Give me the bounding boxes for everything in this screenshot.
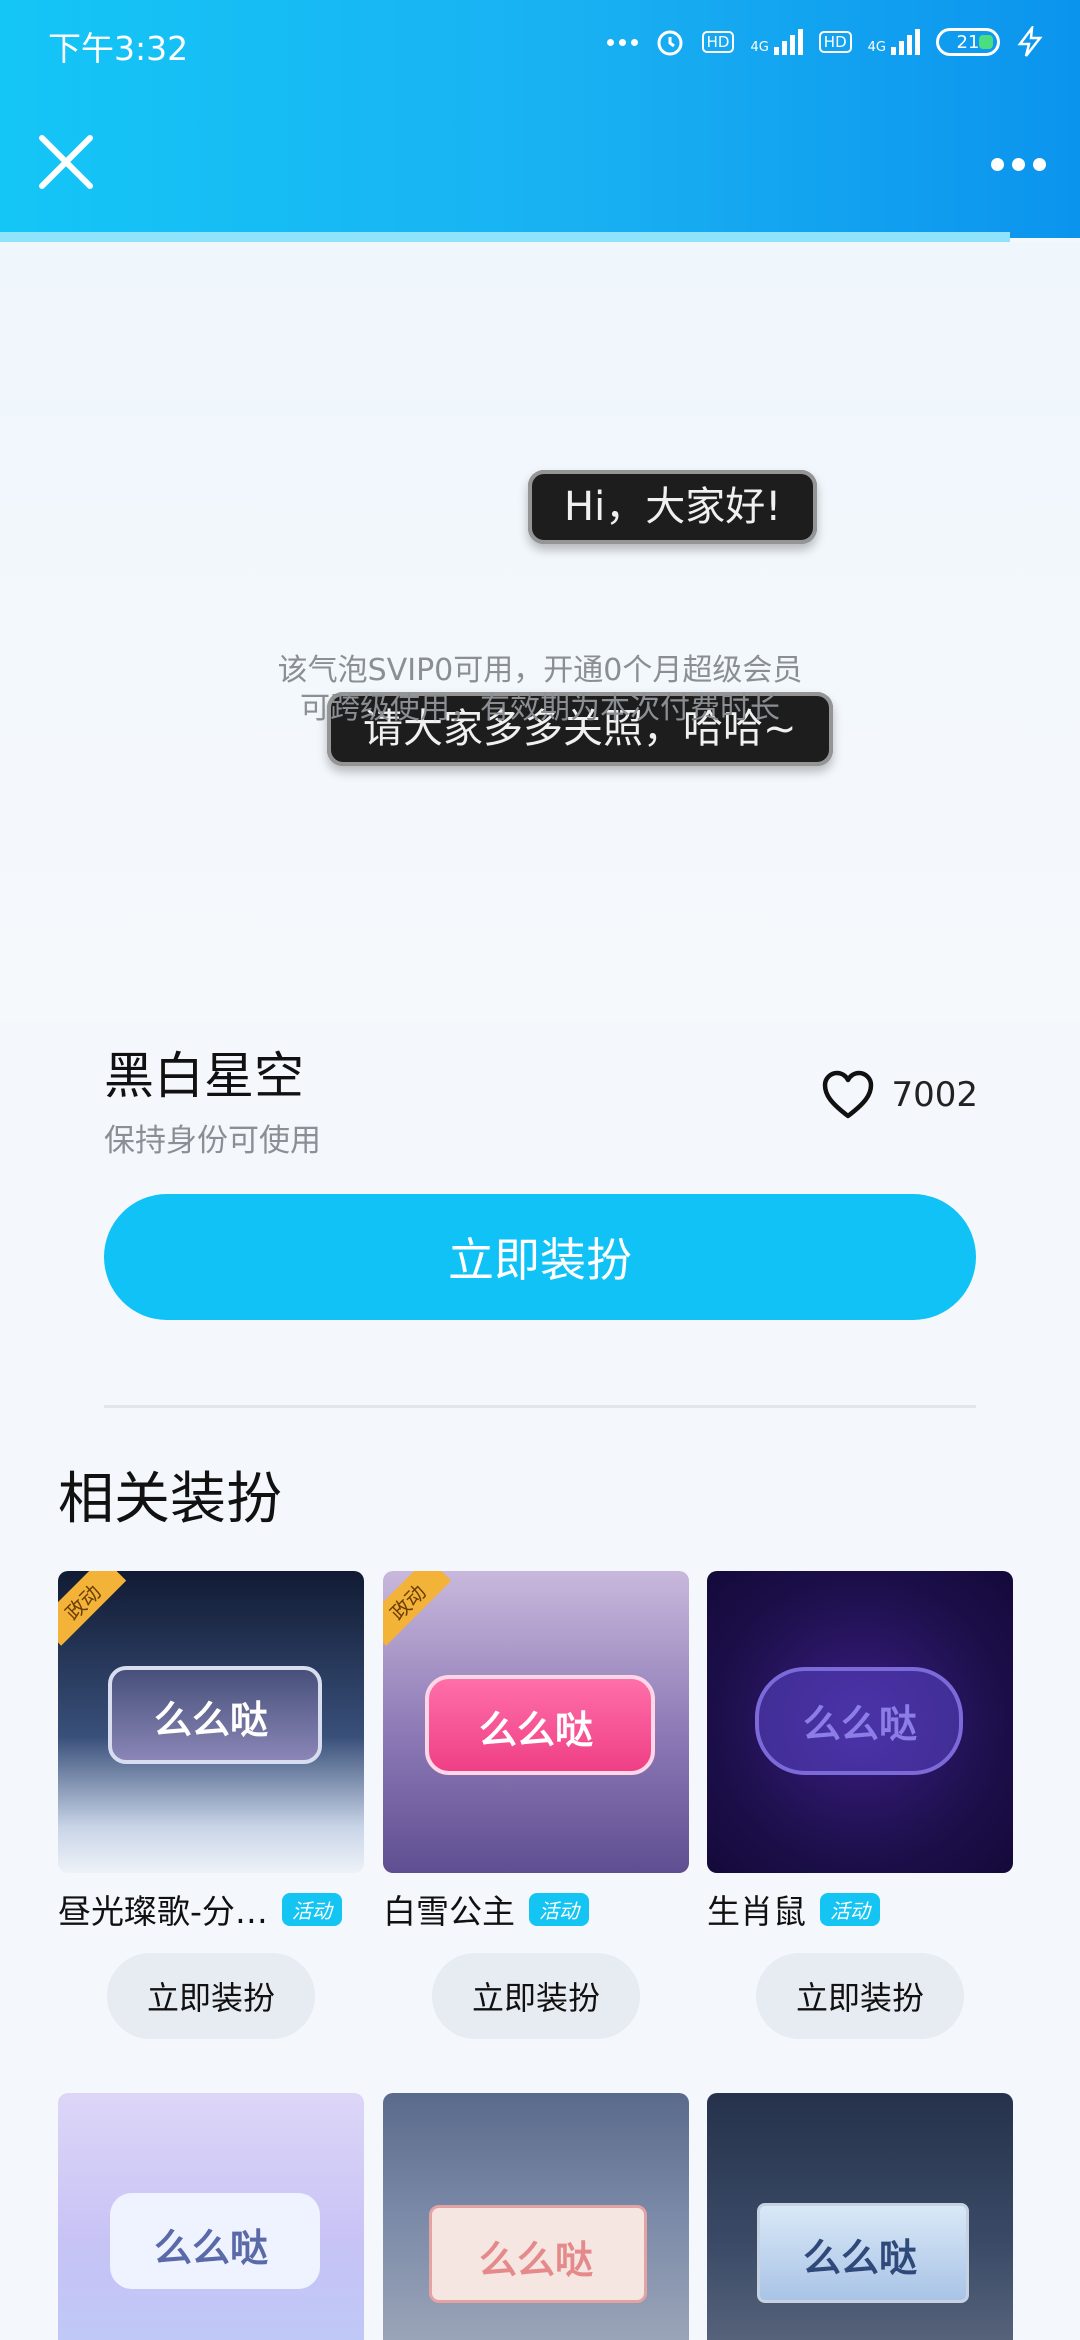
hd-label: HD bbox=[701, 31, 735, 53]
like-button[interactable]: 7002 bbox=[821, 1070, 978, 1120]
network-label-2: 4G bbox=[867, 40, 886, 55]
divider bbox=[104, 1405, 976, 1408]
card-thumbnail[interactable]: 么么哒 bbox=[58, 2093, 364, 2340]
notice-line-1: 该气泡SVIP0可用，开通0个月超级会员 bbox=[277, 653, 803, 688]
signal-icon: 4G bbox=[750, 29, 803, 55]
battery-icon: 21 bbox=[936, 28, 1000, 56]
card-thumbnail[interactable]: 么么哒 政动 bbox=[58, 1571, 364, 1873]
card-thumbnail[interactable]: 么么哒 政动 bbox=[383, 1571, 689, 1873]
item-subtitle: 保持身份可使用 bbox=[104, 1123, 321, 1159]
item-title: 黑白星空 bbox=[104, 1047, 304, 1105]
more-icon bbox=[990, 157, 1004, 171]
charging-icon bbox=[1017, 26, 1043, 57]
status-time: 下午3:32 bbox=[48, 29, 189, 68]
card-bubble-text: 么么哒 bbox=[153, 2226, 268, 2270]
loading-progress bbox=[0, 232, 1010, 242]
battery-level: 21 bbox=[956, 31, 980, 53]
status-bar: 下午3:32 HD 4G HD 4G 21 bbox=[0, 0, 1080, 92]
card-apply-button[interactable]: 立即装扮 bbox=[756, 1953, 964, 2039]
card-name: 白雪公主 bbox=[383, 1892, 515, 1931]
card-thumbnail[interactable]: 么么哒 bbox=[707, 1571, 1013, 1873]
dynamic-corner-tag: 政动 bbox=[58, 1571, 127, 1646]
close-button[interactable] bbox=[28, 124, 108, 204]
card-bubble-text: 么么哒 bbox=[153, 1698, 268, 1742]
related-card[interactable]: 么么哒 政动 白雪公主 活动 立即装扮 bbox=[383, 1571, 689, 2039]
card-apply-button[interactable]: 立即装扮 bbox=[432, 1953, 640, 2039]
more-dots-icon bbox=[606, 38, 638, 46]
card-bubble-text: 么么哒 bbox=[478, 2238, 593, 2282]
related-card[interactable]: 么么哒 bbox=[58, 2093, 364, 2340]
network-label: 4G bbox=[750, 40, 769, 55]
status-icons: HD 4G HD 4G 21 bbox=[606, 26, 1044, 58]
card-bubble-text: 么么哒 bbox=[802, 1702, 917, 1746]
more-options-button[interactable] bbox=[978, 134, 1058, 194]
related-card[interactable]: 么么哒 生肖鼠 活动 立即装扮 bbox=[707, 1571, 1013, 2039]
bubble-preview: Hi，大家好! 请大家多多关照，哈哈~ bbox=[0, 242, 1080, 1022]
apply-now-button[interactable]: 立即装扮 bbox=[104, 1194, 976, 1320]
alarm-icon bbox=[657, 30, 683, 56]
usage-notice: 该气泡SVIP0可用，开通0个月超级会员 可跨级使用，有效期为本次付费时长 bbox=[0, 652, 1080, 728]
related-section-title: 相关装扮 bbox=[58, 1467, 282, 1532]
preview-bubble-1: Hi，大家好! bbox=[528, 470, 818, 544]
activity-badge: 活动 bbox=[529, 1892, 589, 1926]
card-name: 生肖鼠 bbox=[707, 1892, 806, 1931]
card-apply-button[interactable]: 立即装扮 bbox=[107, 1953, 315, 2039]
notice-line-2: 可跨级使用，有效期为本次付费时长 bbox=[300, 691, 780, 726]
card-thumbnail[interactable]: 么么哒 bbox=[707, 2093, 1013, 2340]
activity-badge: 活动 bbox=[281, 1892, 342, 1926]
related-card[interactable]: 么么哒 bbox=[707, 2093, 1013, 2340]
card-bubble-text: 么么哒 bbox=[478, 1708, 593, 1752]
related-card[interactable]: 么么哒 bbox=[383, 2093, 689, 2340]
related-card[interactable]: 么么哒 政动 昼光璨歌-分… 活动 立即装扮 bbox=[58, 1571, 364, 2039]
signal-icon-2: 4G bbox=[868, 29, 920, 55]
close-icon bbox=[39, 135, 93, 189]
card-thumbnail[interactable]: 么么哒 bbox=[383, 2093, 689, 2340]
dynamic-corner-tag: 政动 bbox=[383, 1571, 452, 1646]
hd-label-2: HD bbox=[818, 31, 852, 53]
card-name: 昼光璨歌-分… bbox=[58, 1892, 268, 1931]
heart-icon bbox=[823, 1070, 874, 1119]
like-count: 7002 bbox=[891, 1075, 978, 1115]
activity-badge: 活动 bbox=[820, 1892, 880, 1926]
card-bubble-text: 么么哒 bbox=[802, 2236, 917, 2280]
